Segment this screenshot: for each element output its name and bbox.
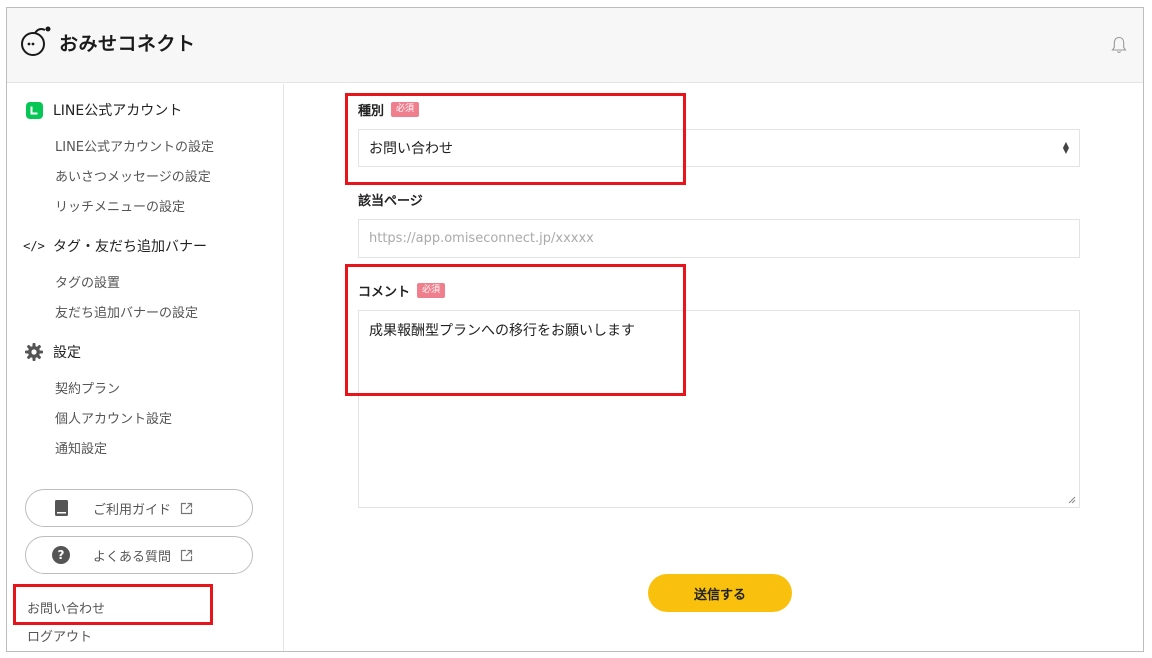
faq-button[interactable]: ? よくある質問 — [25, 536, 253, 574]
code-icon: </> — [23, 239, 45, 253]
sidebar-item-notification-settings[interactable]: 通知設定 — [55, 438, 107, 457]
page-url-input[interactable]: https://app.omiseconnect.jp/xxxxx — [358, 219, 1080, 258]
sidebar-item-friend-banner[interactable]: 友だち追加バナーの設定 — [55, 302, 198, 321]
app-window: おみせコネクト LINE公式アカウント LINE公式アカウントの設定 あいさつメ… — [6, 7, 1144, 652]
sidebar-section-tag-banner[interactable]: </> タグ・友だち追加バナー — [23, 236, 207, 256]
page-label-text: 該当ページ — [358, 194, 423, 209]
line-icon — [25, 101, 43, 119]
logout-link[interactable]: ログアウト — [27, 626, 92, 645]
sidebar-item-line-settings[interactable]: LINE公式アカウントの設定 — [55, 136, 214, 155]
logo[interactable]: おみせコネクト — [19, 25, 196, 59]
question-icon: ? — [51, 545, 71, 565]
sidebar-section-settings[interactable]: 設定 — [25, 342, 81, 362]
sidebar: LINE公式アカウント LINE公式アカウントの設定 あいさつメッセージの設定 … — [7, 84, 284, 651]
external-link-icon — [180, 549, 193, 562]
sidebar-item-rich-menu[interactable]: リッチメニューの設定 — [55, 196, 185, 215]
page-field-label: 該当ページ — [358, 190, 423, 209]
book-icon — [51, 498, 71, 518]
highlight-box-contact — [13, 584, 213, 625]
sidebar-item-account-settings[interactable]: 個人アカウント設定 — [55, 408, 172, 427]
sidebar-item-greeting-message[interactable]: あいさつメッセージの設定 — [55, 166, 211, 185]
svg-text:?: ? — [58, 548, 65, 562]
guide-label: ご利用ガイド — [93, 502, 172, 518]
guide-button[interactable]: ご利用ガイド — [25, 489, 253, 527]
sidebar-section-line-account[interactable]: LINE公式アカウント — [25, 100, 182, 120]
sidebar-section-label: 設定 — [53, 345, 81, 361]
external-link-icon — [180, 502, 193, 515]
bell-icon[interactable] — [1111, 36, 1127, 58]
faq-label: よくある質問 — [93, 549, 172, 565]
logo-icon — [21, 26, 51, 56]
sidebar-item-contract-plan[interactable]: 契約プラン — [55, 378, 120, 397]
resize-grip-icon[interactable] — [1067, 495, 1076, 504]
submit-button[interactable]: 送信する — [648, 574, 792, 612]
sidebar-item-tag-install[interactable]: タグの設置 — [55, 272, 120, 291]
sidebar-section-label: タグ・友だち追加バナー — [53, 239, 207, 255]
page-url-placeholder: https://app.omiseconnect.jp/xxxxx — [369, 231, 594, 246]
gear-icon — [25, 343, 43, 361]
app-name: おみせコネクト — [59, 32, 196, 55]
highlight-box-comment — [345, 264, 686, 396]
header: おみせコネクト — [7, 8, 1143, 83]
sidebar-section-label: LINE公式アカウント — [53, 103, 183, 119]
select-arrows-icon: ▲ ▼ — [1062, 140, 1069, 155]
highlight-box-type — [345, 93, 686, 185]
